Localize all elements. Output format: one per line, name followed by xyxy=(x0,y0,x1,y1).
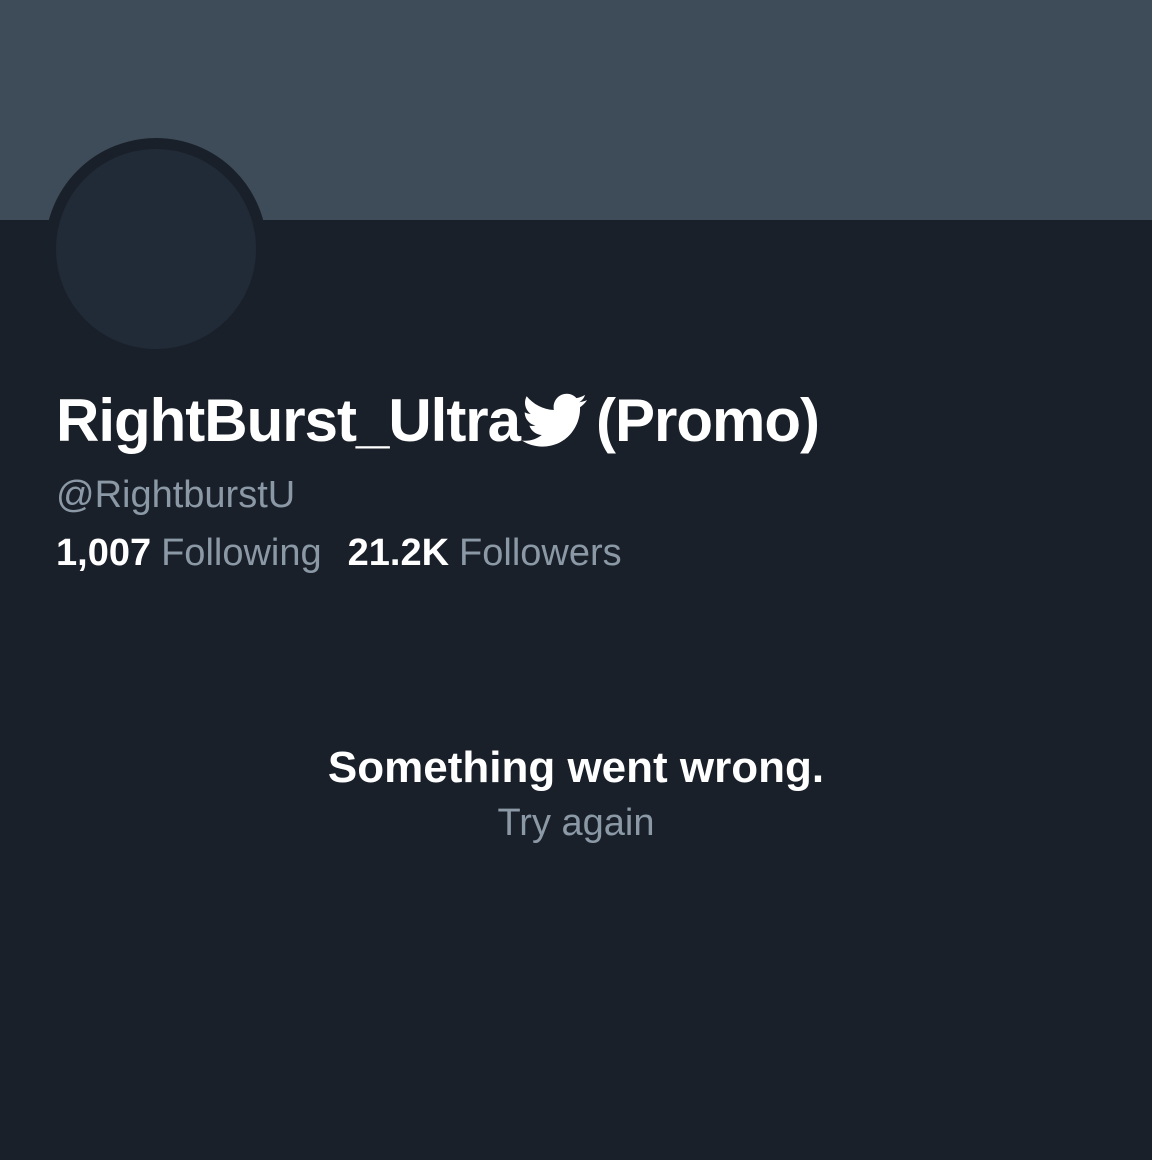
avatar[interactable] xyxy=(45,138,267,360)
following-count: 1,007 xyxy=(56,532,152,574)
profile-handle: @RightburstU xyxy=(56,474,296,516)
display-name-suffix: (Promo) xyxy=(596,387,820,454)
try-again-button[interactable]: Try again xyxy=(498,796,655,850)
followers-count: 21.2K xyxy=(347,532,450,574)
error-state: Something went wrong. Try again xyxy=(0,740,1152,850)
followers-link[interactable]: 21.2K Followers xyxy=(348,532,622,575)
following-label: Following xyxy=(161,532,322,574)
error-message: Something went wrong. xyxy=(327,743,825,792)
profile-stats: 1,007 Following 21.2K Followers xyxy=(56,532,648,575)
followers-label: Followers xyxy=(459,532,622,574)
display-name: RightBurst_Ultra xyxy=(56,387,521,454)
following-link[interactable]: 1,007 Following xyxy=(56,532,322,575)
twitter-bird-icon xyxy=(522,393,588,449)
profile-name-row: RightBurst_Ultra (Promo) xyxy=(56,386,820,455)
